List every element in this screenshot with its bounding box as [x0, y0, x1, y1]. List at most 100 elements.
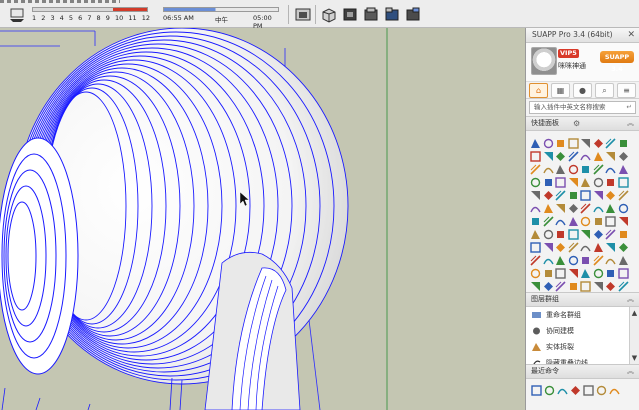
plugin-tool-icon[interactable]: [530, 199, 542, 213]
chevron-up-icon[interactable]: ︽: [627, 117, 634, 130]
tab-user[interactable]: ●: [573, 82, 592, 98]
group-section-header[interactable]: 图层群组 ︽: [526, 292, 639, 307]
plugin-tool-icon[interactable]: [543, 225, 555, 240]
plugin-tool-icon[interactable]: [617, 186, 630, 201]
plugin-tool-icon[interactable]: [605, 199, 617, 213]
plugin-tool-icon[interactable]: [593, 277, 605, 291]
plugin-tool-icon[interactable]: [618, 212, 630, 226]
plugin-tool-icon[interactable]: [542, 160, 555, 174]
month-slider-track[interactable]: [32, 7, 148, 12]
list-item[interactable]: 协同建模: [526, 323, 639, 339]
list-scrollbar[interactable]: ▲ ▼: [629, 307, 639, 364]
back-view-button[interactable]: [404, 6, 422, 23]
gear-icon[interactable]: ⚙: [573, 117, 580, 130]
plugin-tool-icon[interactable]: [568, 277, 580, 290]
plugin-tool-icon[interactable]: [555, 134, 567, 147]
plugin-tool-icon[interactable]: [567, 134, 580, 149]
plugin-tool-icon[interactable]: [580, 173, 592, 187]
recent-command-icon[interactable]: [544, 381, 555, 400]
plugin-tool-icon[interactable]: [542, 212, 555, 227]
plugin-tool-icon[interactable]: [605, 212, 617, 227]
list-item[interactable]: 实体拆裂: [526, 339, 639, 355]
plugin-tool-icon[interactable]: [618, 199, 630, 214]
plugin-tool-icon[interactable]: [593, 173, 605, 188]
plugin-search-input[interactable]: 输入插件中英文名称搜索 ↵: [529, 101, 636, 114]
modeling-viewport[interactable]: [0, 28, 525, 410]
plugin-tool-icon[interactable]: [605, 186, 617, 200]
plugin-tool-icon[interactable]: [593, 225, 605, 239]
recent-command-icon[interactable]: [583, 381, 594, 400]
plugin-tool-icon[interactable]: [568, 186, 580, 199]
tab-home[interactable]: ⌂: [529, 82, 548, 98]
plugin-tool-icon[interactable]: [592, 199, 605, 213]
plugin-tool-icon[interactable]: [580, 212, 592, 227]
plugin-tool-icon[interactable]: [605, 225, 617, 240]
plugin-tool-icon[interactable]: [530, 238, 542, 253]
plugin-tool-icon[interactable]: [543, 134, 555, 149]
plugin-tool-icon[interactable]: [543, 186, 555, 200]
plugin-tool-icon[interactable]: [568, 251, 580, 266]
month-slider[interactable]: 1 2 3 4 5 6 7 8 9 10 11 12: [32, 7, 152, 25]
quick-panel-header[interactable]: 快捷面板 ⚙ ︽: [526, 116, 639, 131]
plugin-tool-icon[interactable]: [530, 173, 542, 188]
plugin-tool-icon[interactable]: [605, 277, 617, 291]
plugin-tool-icon[interactable]: [617, 173, 630, 188]
plugin-tool-icon[interactable]: [555, 238, 567, 252]
fog-button[interactable]: [294, 6, 312, 23]
avatar[interactable]: [531, 47, 557, 75]
shadow-toggle-button[interactable]: [8, 6, 26, 23]
plugin-tool-icon[interactable]: [555, 225, 567, 238]
plugin-tool-icon[interactable]: [580, 147, 592, 161]
right-view-button[interactable]: [383, 6, 401, 23]
plugin-tool-icon[interactable]: [617, 264, 630, 279]
plugin-tool-icon[interactable]: [543, 147, 555, 161]
plugin-tool-icon[interactable]: [555, 277, 567, 292]
plugin-tool-icon[interactable]: [618, 238, 630, 252]
tab-list[interactable]: ≡: [617, 82, 636, 98]
plugin-tool-icon[interactable]: [605, 160, 617, 174]
plugin-tool-icon[interactable]: [530, 134, 542, 148]
plugin-tool-icon[interactable]: [567, 147, 580, 162]
plugin-tool-icon[interactable]: [530, 264, 542, 279]
plugin-tool-icon[interactable]: [555, 186, 567, 201]
plugin-tool-icon[interactable]: [567, 225, 580, 240]
plugin-tool-icon[interactable]: [605, 134, 617, 149]
plugin-tool-icon[interactable]: [530, 251, 542, 266]
close-icon[interactable]: ✕: [627, 28, 635, 42]
plugin-tool-icon[interactable]: [605, 251, 617, 265]
tab-search[interactable]: ⌕: [595, 82, 614, 98]
recent-command-icon[interactable]: [609, 381, 620, 400]
scroll-up-icon[interactable]: ▲: [630, 307, 639, 319]
plugin-tool-icon[interactable]: [555, 251, 567, 265]
plugin-tool-icon[interactable]: [568, 173, 580, 187]
plugin-tool-icon[interactable]: [580, 160, 592, 173]
plugin-tool-icon[interactable]: [580, 277, 592, 292]
plugin-tool-icon[interactable]: [605, 173, 617, 186]
plugin-tool-icon[interactable]: [605, 264, 617, 277]
user-name[interactable]: 咪咪神通: [558, 61, 586, 71]
plugin-tool-icon[interactable]: [593, 147, 605, 161]
plugin-tool-icon[interactable]: [530, 277, 542, 291]
plugin-tool-icon[interactable]: [580, 225, 592, 239]
plugin-tool-icon[interactable]: [568, 264, 580, 278]
plugin-tool-icon[interactable]: [555, 199, 567, 213]
time-slider[interactable]: 06:55 AM 中午 05:00 PM: [163, 7, 281, 30]
time-slider-track[interactable]: [163, 7, 279, 12]
plugin-tool-icon[interactable]: [555, 147, 567, 161]
recent-command-icon[interactable]: [596, 381, 607, 400]
recent-section-header[interactable]: 最近命令 ︽: [526, 364, 639, 379]
plugin-tool-icon[interactable]: [618, 134, 630, 147]
plugin-tool-icon[interactable]: [555, 212, 567, 226]
plugin-tool-icon[interactable]: [580, 134, 592, 148]
iso-view-button[interactable]: [320, 6, 338, 23]
recent-command-icon[interactable]: [557, 381, 568, 400]
list-item[interactable]: 重命名群组: [526, 307, 639, 323]
plugin-tool-icon[interactable]: [605, 147, 617, 161]
plugin-tool-icon[interactable]: [592, 160, 605, 175]
plugin-tool-icon[interactable]: [530, 147, 542, 162]
plugin-tool-icon[interactable]: [543, 277, 555, 291]
plugin-tool-icon[interactable]: [618, 160, 630, 174]
plugin-tool-icon[interactable]: [605, 238, 617, 252]
chevron-up-icon[interactable]: ︽: [627, 365, 634, 378]
plugin-tool-icon[interactable]: [530, 212, 542, 225]
